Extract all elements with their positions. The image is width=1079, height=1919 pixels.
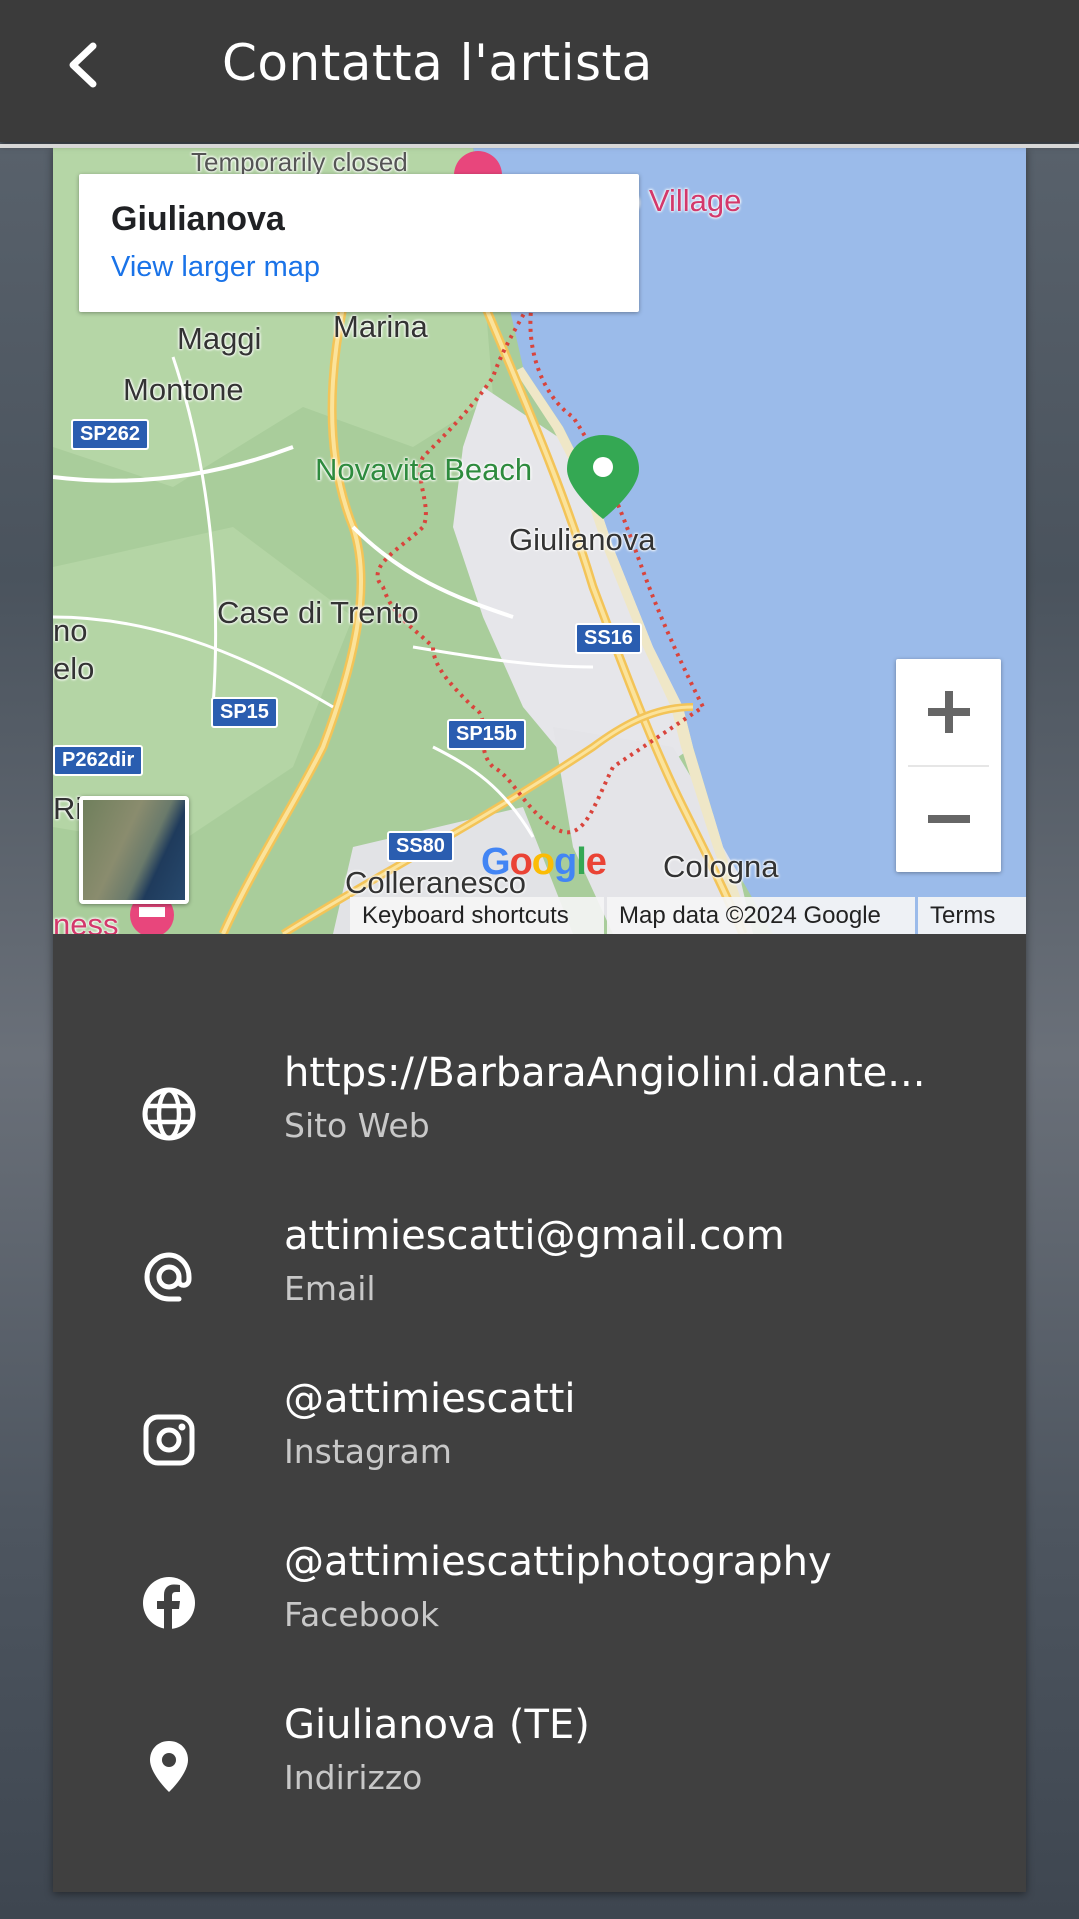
app-bar: Contatta l'artista: [0, 0, 1079, 148]
instagram-icon: [137, 1408, 201, 1472]
contact-row-email[interactable]: attimiescatti@gmail.com Email: [53, 1213, 1026, 1353]
page-title: Contatta l'artista: [222, 34, 653, 92]
map-label-case-di-trento: Case di Trento: [217, 595, 419, 630]
map-label-ri: Ri: [53, 791, 83, 826]
road-shield-ss80: SS80: [387, 831, 454, 862]
contact-row-website[interactable]: https://BarbaraAngiolini.dante... Sito W…: [53, 1050, 1026, 1190]
address-value: Giulianova (TE): [284, 1702, 590, 1748]
map-label-village: o Village: [623, 183, 742, 218]
google-logo: Google: [481, 841, 607, 883]
map-label-novavita-beach: Novavita Beach: [315, 452, 533, 487]
back-button[interactable]: [48, 30, 118, 100]
minus-icon: [927, 815, 970, 823]
terms-link[interactable]: Terms: [918, 897, 1026, 934]
road-shield-sp15: SP15: [211, 697, 278, 728]
satellite-view-toggle[interactable]: [79, 796, 189, 904]
map-label-ness: ness: [53, 907, 119, 934]
email-value: attimiescatti@gmail.com: [284, 1213, 785, 1259]
map-label-maggi: Maggi: [177, 321, 262, 356]
road-shield-ss16: SS16: [575, 623, 642, 654]
address-type-label: Indirizzo: [284, 1758, 423, 1797]
facebook-icon: [137, 1571, 201, 1635]
map-label-elo: elo: [53, 651, 95, 686]
map-label-marina: Marina: [333, 309, 428, 344]
map-label-no: no: [53, 613, 88, 648]
map-label-giulianova: Giulianova: [509, 522, 656, 557]
map-embed[interactable]: Temporarily closed o Village Maggi Marin…: [53, 147, 1026, 934]
facebook-type-label: Facebook: [284, 1595, 440, 1634]
instagram-value: @attimiescatti: [284, 1376, 576, 1422]
map-data-attribution: Map data ©2024 Google: [607, 897, 915, 934]
contact-row-facebook[interactable]: @attimiescattiphotography Facebook: [53, 1539, 1026, 1679]
map-label-montone: Montone: [123, 372, 244, 407]
road-shield-sp262dir: P262dir: [53, 745, 144, 776]
globe-icon: [137, 1082, 201, 1146]
instagram-type-label: Instagram: [284, 1432, 452, 1471]
website-value: https://BarbaraAngiolini.dante...: [284, 1050, 926, 1096]
map-place-name: Giulianova: [111, 200, 285, 238]
map-info-box: Giulianova View larger map: [79, 174, 639, 312]
contact-row-instagram[interactable]: @attimiescatti Instagram: [53, 1376, 1026, 1516]
app-bar-divider: [0, 144, 1079, 148]
contact-card: Temporarily closed o Village Maggi Marin…: [53, 147, 1026, 1892]
road-shield-sp15b: SP15b: [447, 719, 527, 750]
zoom-out-button[interactable]: [896, 766, 1001, 872]
at-sign-icon: [137, 1245, 201, 1309]
email-type-label: Email: [284, 1269, 376, 1308]
road-shield-sp262: SP262: [71, 419, 150, 450]
view-larger-map-link[interactable]: View larger map: [111, 251, 320, 284]
contact-row-address[interactable]: Giulianova (TE) Indirizzo: [53, 1702, 1026, 1842]
map-label-cologna: Cologna: [663, 849, 779, 884]
website-type-label: Sito Web: [284, 1106, 430, 1145]
zoom-in-button[interactable]: [896, 659, 1001, 765]
plus-icon: [927, 691, 970, 733]
facebook-value: @attimiescattiphotography: [284, 1539, 832, 1585]
location-pin-icon: [137, 1734, 201, 1798]
map-zoom-control: [896, 659, 1001, 872]
chevron-left-icon: [69, 42, 97, 88]
keyboard-shortcuts-link[interactable]: Keyboard shortcuts: [350, 897, 604, 934]
